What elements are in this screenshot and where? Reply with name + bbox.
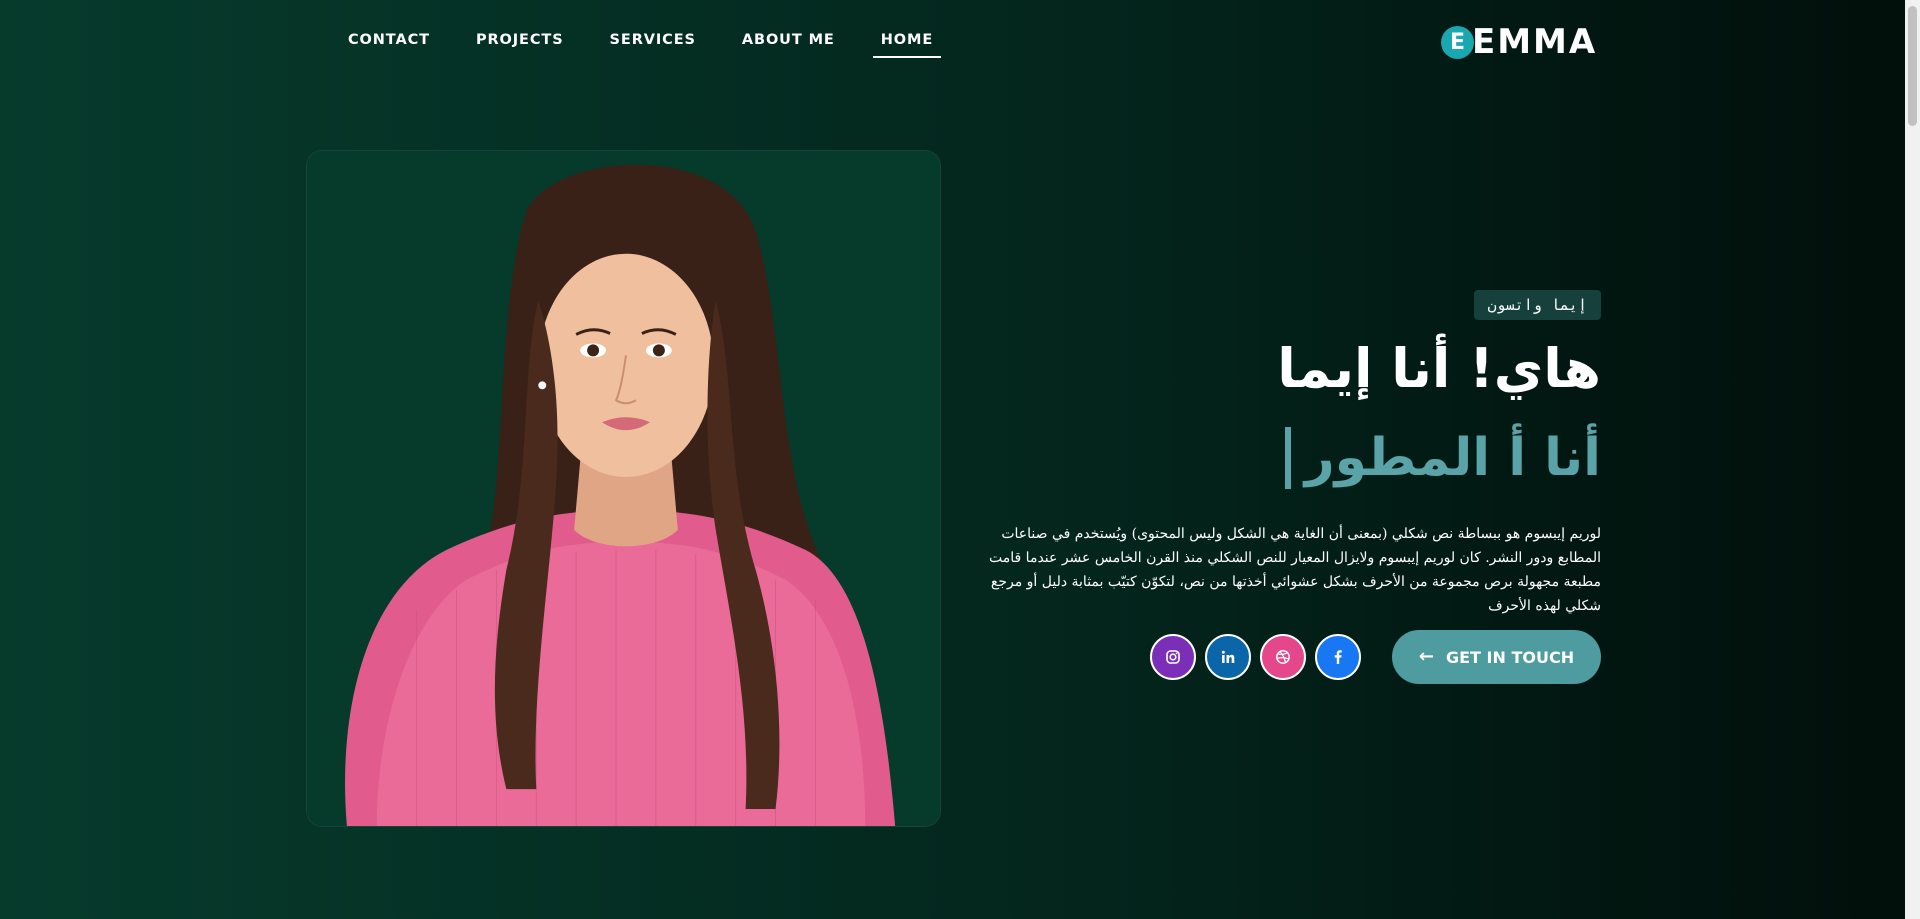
nav-link-contact[interactable]: CONTACT (348, 32, 430, 58)
name-tag: إيما واتسون (1473, 290, 1601, 320)
portrait-illustration (307, 151, 940, 826)
hero-intro: إيما واتسون هاي! أنا إيما أنا أ المطور ل… (970, 290, 1601, 618)
typing-cursor (1284, 427, 1291, 489)
scrollbar-thumb[interactable] (1908, 6, 1917, 126)
page-scrollbar[interactable] (1905, 0, 1920, 919)
site-logo[interactable]: E EMMA (1441, 24, 1597, 60)
page: CONTACT PROJECTS SERVICES ABOUT ME HOME … (0, 0, 1920, 919)
hero-title: هاي! أنا إيما (1277, 337, 1601, 400)
nav-link-services[interactable]: SERVICES (610, 32, 696, 58)
nav-link-home[interactable]: HOME (872, 32, 942, 58)
dribbble-link[interactable] (1260, 634, 1306, 680)
nav-menu: CONTACT PROJECTS SERVICES ABOUT ME HOME (348, 32, 942, 58)
arrow-left-icon: ← (1418, 646, 1434, 667)
linkedin-icon (1221, 650, 1235, 663)
facebook-icon (1334, 650, 1342, 664)
instagram-link[interactable] (1150, 634, 1196, 680)
instagram-icon (1166, 650, 1180, 664)
logo-text: EMMA (1472, 22, 1598, 62)
linkedin-link[interactable] (1205, 634, 1251, 680)
hero-role-text: أنا أ المطور (1304, 428, 1601, 488)
dribbble-icon (1276, 650, 1290, 664)
nav-link-projects[interactable]: PROJECTS (476, 32, 564, 58)
hero-description: لوريم إيبسوم هو ببساطة نص شكلي (بمعنى أن… (989, 526, 1601, 614)
facebook-link[interactable] (1315, 634, 1361, 680)
hero-actions: ← GET IN TOUCH (1150, 630, 1601, 684)
get-in-touch-label: GET IN TOUCH (1445, 647, 1575, 667)
profile-photo (306, 150, 941, 827)
social-links (1150, 634, 1361, 680)
nav-link-about[interactable]: ABOUT ME (742, 32, 835, 58)
logo-badge: E (1441, 25, 1474, 59)
get-in-touch-button[interactable]: ← GET IN TOUCH (1392, 630, 1601, 684)
hero-role: أنا أ المطور (970, 418, 1601, 498)
top-navigation: CONTACT PROJECTS SERVICES ABOUT ME HOME … (0, 0, 1920, 84)
